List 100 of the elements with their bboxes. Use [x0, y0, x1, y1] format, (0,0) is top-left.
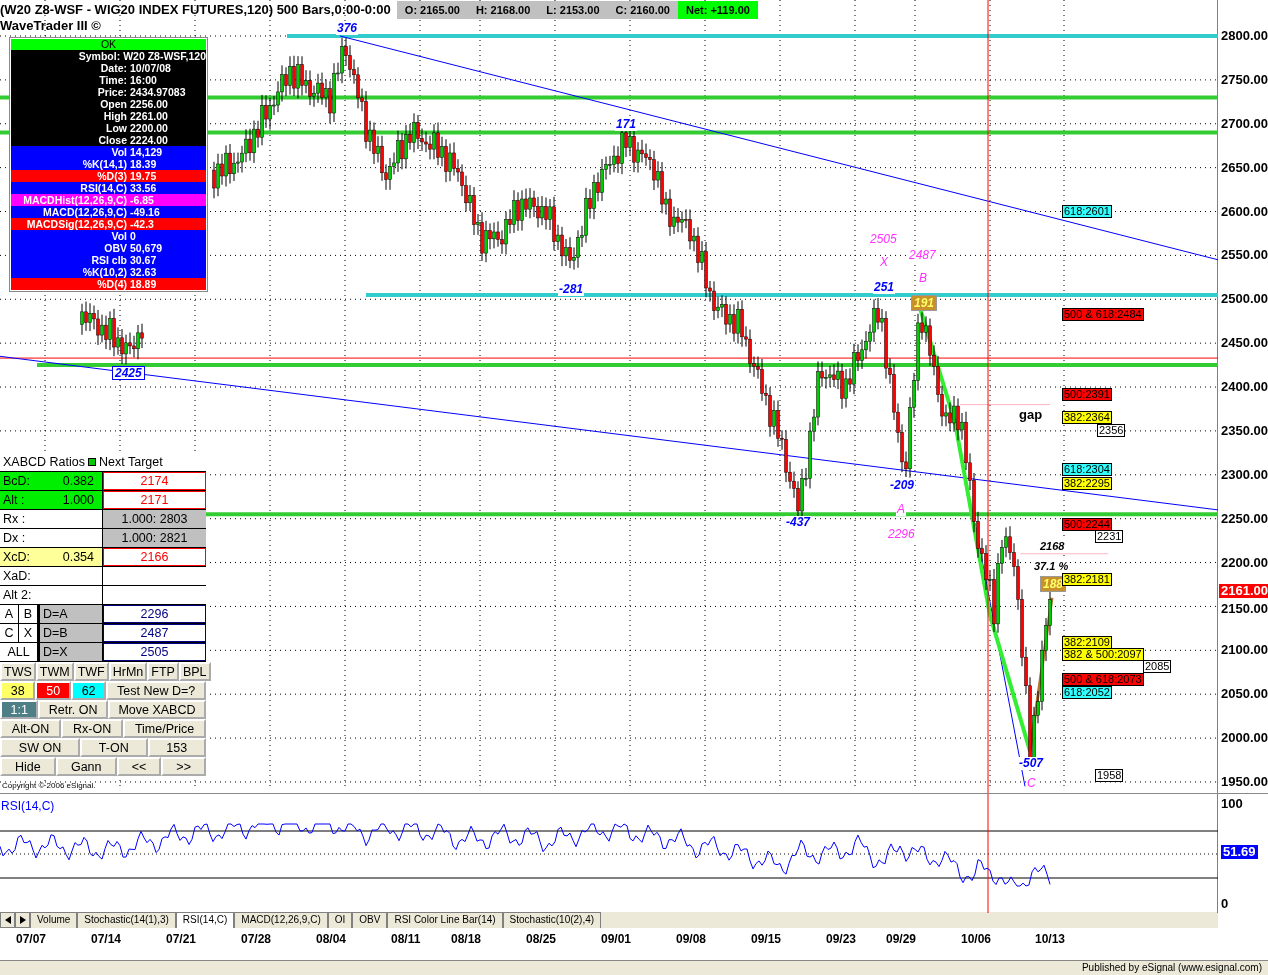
field-value: 2434.97083: [130, 86, 186, 98]
toolbar-button[interactable]: Gann: [55, 757, 117, 776]
ratio-label: XaD:: [3, 567, 31, 585]
indicator-tab[interactable]: OI: [327, 912, 353, 928]
field-value: W20 Z8-WSF,120: [123, 50, 206, 62]
toolbar-button[interactable]: 153: [147, 738, 206, 757]
field-label: Vol: [110, 230, 128, 242]
toolbar-button[interactable]: Test New D=?: [106, 681, 206, 700]
indicator-tab[interactable]: MACD(12,26,9,C): [234, 912, 328, 928]
wave-label: 2487: [908, 249, 937, 262]
indicator-tab[interactable]: RSI(14,C): [175, 912, 235, 928]
panel-title: Next Target: [99, 453, 163, 471]
point-key[interactable]: C: [0, 624, 19, 642]
toolbar-button[interactable]: TWM: [35, 662, 74, 681]
fib-level-label: 2085: [1143, 660, 1172, 673]
toolbar-button[interactable]: TWS: [0, 662, 36, 681]
wave-label: 2425: [112, 366, 145, 380]
axis-label: 2450.00: [1221, 336, 1268, 351]
indicator-tab[interactable]: RSI Color Line Bar(14): [387, 912, 503, 928]
fib-level-label: 382:2364: [1062, 411, 1112, 424]
axis-label: 2600.00: [1221, 204, 1268, 219]
date-label: 09/01: [601, 931, 632, 948]
date-label: 08/25: [526, 931, 557, 948]
field-label: %D(4): [96, 278, 128, 290]
toolbar-button[interactable]: Retr. ON: [38, 700, 108, 719]
toolbar-button[interactable]: Alt-ON: [0, 719, 62, 738]
toolbar-button[interactable]: TWF: [73, 662, 109, 681]
field-value: -49.16: [130, 206, 160, 218]
fib-level-label: 1958: [1095, 769, 1124, 782]
toolbar-button[interactable]: Rx-ON: [61, 719, 124, 738]
toolbar-button[interactable]: 62: [70, 681, 107, 700]
axis-label: 2300.00: [1221, 467, 1268, 482]
date-label: 08/11: [391, 931, 421, 948]
field-label: %K(10,2): [81, 266, 128, 278]
field-value: 32.63: [130, 266, 157, 278]
wave-label: 171: [615, 118, 638, 131]
date-label: 07/28: [241, 931, 272, 948]
field-label: Time:: [98, 74, 128, 86]
fib-level-label: 2356: [1097, 424, 1126, 437]
wave-label: 2168: [1039, 540, 1066, 553]
toolbar-button[interactable]: 50: [35, 681, 71, 700]
wave-label: B: [918, 272, 928, 285]
indicator-tab[interactable]: Stochastic(10(2),4): [502, 912, 602, 928]
toolbar-button[interactable]: T-ON: [80, 738, 148, 757]
toolbar-button[interactable]: BPL: [178, 662, 211, 681]
point-key[interactable]: X: [19, 624, 38, 642]
toolbar-button[interactable]: Move XABCD: [107, 700, 206, 719]
indicator-tab[interactable]: Stochastic(14(1),3): [77, 912, 176, 928]
wave-label: 2505: [869, 233, 898, 246]
target-cell: 2487: [103, 624, 206, 642]
toolbar-button[interactable]: <<: [116, 757, 162, 776]
indicator-tab[interactable]: Volume: [30, 912, 78, 928]
axis-label: 2750.00: [1221, 72, 1268, 87]
field-value: 33.56: [130, 182, 157, 194]
point-key[interactable]: ALL: [0, 643, 38, 661]
wave-label: -209: [889, 479, 916, 492]
ratio-label: XcD:: [3, 548, 31, 566]
point-key[interactable]: B: [19, 605, 38, 623]
fib-level-label: 382 & 500:2097: [1062, 648, 1144, 661]
last-price-label: 2161.00: [1219, 583, 1268, 598]
date-label: 07/21: [166, 931, 197, 948]
wave-label: -507: [1018, 757, 1045, 770]
fib-level-label: 2231: [1095, 530, 1124, 543]
date-label: 07/14: [91, 931, 122, 948]
field-label: MACDSig(12,26,9,C): [25, 218, 128, 230]
field-label: %K(14,1): [81, 158, 128, 170]
field-value: 10/07/08: [130, 62, 171, 74]
axis-label: 2700.00: [1221, 116, 1268, 131]
fib-level-label: 618:2052: [1062, 686, 1112, 699]
toolbar-button[interactable]: FTP: [147, 662, 179, 681]
wave-label: 251: [873, 281, 896, 294]
date-label: 08/04: [316, 931, 347, 948]
axis-label: 100: [1221, 797, 1243, 811]
axis-label: 2650.00: [1221, 160, 1268, 175]
date-label: 10/13: [1035, 931, 1066, 948]
axis-label: 0: [1221, 897, 1229, 911]
toolbar-button[interactable]: HrMn: [108, 662, 148, 681]
toolbar-button[interactable]: Time/Price: [123, 719, 206, 738]
toolbar-button[interactable]: >>: [161, 757, 207, 776]
toolbar-button[interactable]: 1:1: [0, 700, 39, 719]
field-label: OBV: [103, 242, 128, 254]
wave-label: 2296: [887, 528, 916, 541]
field-label: Close: [97, 134, 128, 146]
quote-value: H: 2168.00: [474, 2, 532, 18]
wave-label: X: [879, 256, 889, 269]
field-label: High: [102, 110, 128, 122]
ratio-label: Alt 2:: [3, 586, 32, 604]
net-change: Net: +119.00: [677, 0, 758, 19]
indicator-value: 51.69: [1221, 845, 1258, 859]
wave-label: C: [1026, 777, 1037, 790]
field-value: 14,129: [130, 146, 163, 158]
toolbar-button[interactable]: Hide: [0, 757, 56, 776]
field-label: Open: [99, 98, 128, 110]
ratio-label: Rx :: [3, 510, 26, 528]
toolbar-button[interactable]: 38: [0, 681, 36, 700]
point-key[interactable]: A: [0, 605, 19, 623]
toolbar-button[interactable]: SW ON: [0, 738, 80, 757]
status-label: OK: [11, 39, 206, 50]
indicator-tab[interactable]: OBV: [352, 912, 388, 928]
wave-label: -437: [785, 516, 812, 529]
